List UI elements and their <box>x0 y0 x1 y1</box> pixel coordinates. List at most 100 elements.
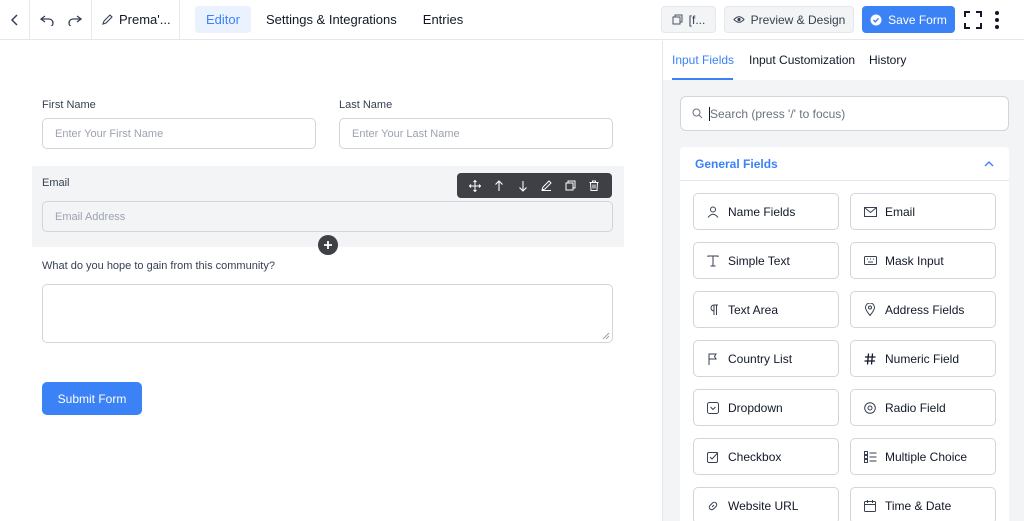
active-tab-underline <box>672 78 733 80</box>
field-numeric-field[interactable]: Numeric Field <box>850 340 996 377</box>
field-multiple-choice[interactable]: Multiple Choice <box>850 438 996 475</box>
move-down-button[interactable] <box>516 179 530 193</box>
field-mask-input[interactable]: Mask Input <box>850 242 996 279</box>
field-country-list[interactable]: Country List <box>693 340 839 377</box>
pencil-icon <box>541 180 552 191</box>
keyboard-icon <box>863 256 877 265</box>
field-simple-text[interactable]: Simple Text <box>693 242 839 279</box>
copy-icon <box>672 14 683 25</box>
first-name-label: First Name <box>42 99 96 111</box>
last-name-input[interactable]: Enter Your Last Name <box>339 118 613 149</box>
fullscreen-icon <box>964 11 982 29</box>
tab-entries[interactable]: Entries <box>412 6 474 33</box>
envelope-icon <box>863 206 877 217</box>
first-name-input[interactable]: Enter Your First Name <box>42 118 316 149</box>
eye-icon <box>732 16 745 23</box>
checkbox-icon <box>707 451 719 463</box>
fullscreen-button[interactable] <box>963 10 983 30</box>
field-label: Website URL <box>728 498 799 513</box>
tab-input-fields[interactable]: Input Fields <box>672 53 734 67</box>
user-icon <box>707 206 719 218</box>
field-label: Name Fields <box>728 204 796 219</box>
field-label: Text Area <box>728 302 779 317</box>
paragraph-icon <box>710 304 718 315</box>
panel-tabs: Input Fields Input Customization History <box>663 41 1024 80</box>
move-icon <box>468 179 481 192</box>
move-button[interactable] <box>468 179 482 193</box>
field-text-area[interactable]: Text Area <box>693 291 839 328</box>
form-title[interactable]: Prema'... <box>92 0 180 40</box>
dropdown-icon <box>707 401 719 414</box>
question-textarea[interactable] <box>42 284 613 343</box>
general-fields-header[interactable]: General Fields <box>680 147 1009 181</box>
field-label: Email <box>885 204 916 219</box>
search-icon <box>692 108 703 119</box>
arrow-down-icon <box>518 180 527 192</box>
field-label: Multiple Choice <box>885 449 968 464</box>
shortcode-button[interactable]: [f... <box>661 6 716 33</box>
check-circle-icon <box>870 14 882 25</box>
field-label: Dropdown <box>728 400 783 415</box>
field-label: Address Fields <box>885 302 965 317</box>
undo-button[interactable] <box>39 14 54 26</box>
general-fields-title: General Fields <box>695 157 778 171</box>
field-name-fields[interactable]: Name Fields <box>693 193 839 230</box>
undo-redo-group <box>30 0 92 40</box>
field-label: Numeric Field <box>885 351 960 366</box>
preview-design-button[interactable]: Preview & Design <box>724 6 854 33</box>
field-label: Simple Text <box>728 253 790 268</box>
fields-panel: Input Fields Input Customization History… <box>662 41 1024 521</box>
link-icon <box>708 501 718 510</box>
search-placeholder: Search (press '/' to focus) <box>710 106 846 121</box>
edit-button[interactable] <box>539 179 553 193</box>
field-radio-field[interactable]: Radio Field <box>850 389 996 426</box>
flag-icon <box>708 353 717 365</box>
form-canvas: First Name Enter Your First Name Last Na… <box>0 41 662 521</box>
field-address-fields[interactable]: Address Fields <box>850 291 996 328</box>
main-tabs: Editor Settings & Integrations Entries <box>195 6 474 33</box>
list-icon <box>863 450 876 463</box>
form-title-text: Prema'... <box>119 12 171 27</box>
map-pin-icon <box>865 303 875 316</box>
tab-editor[interactable]: Editor <box>195 6 251 33</box>
preview-label: Preview & Design <box>750 12 846 27</box>
delete-button[interactable] <box>587 179 601 193</box>
field-label: Radio Field <box>885 400 946 415</box>
tab-input-customization[interactable]: Input Customization <box>749 53 855 67</box>
field-checkbox[interactable]: Checkbox <box>693 438 839 475</box>
radio-icon <box>864 401 876 414</box>
field-email[interactable]: Email <box>850 193 996 230</box>
move-up-button[interactable] <box>492 179 506 193</box>
save-form-button[interactable]: Save Form <box>862 6 955 33</box>
field-label: Time & Date <box>885 498 952 513</box>
text-cursor-icon <box>707 255 719 266</box>
field-label: Checkbox <box>728 449 782 464</box>
dots-vertical-icon <box>995 11 999 29</box>
calendar-icon <box>864 499 876 512</box>
submit-form-button[interactable]: Submit Form <box>42 382 142 415</box>
pencil-icon <box>102 14 113 25</box>
redo-button[interactable] <box>67 14 82 26</box>
undo-icon <box>39 14 54 26</box>
email-label: Email <box>42 177 70 189</box>
tab-history[interactable]: History <box>869 53 906 67</box>
back-button[interactable] <box>0 0 30 40</box>
last-name-label: Last Name <box>339 99 393 111</box>
redo-icon <box>67 14 82 26</box>
field-search-input[interactable]: Search (press '/' to focus) <box>680 96 1009 131</box>
field-label: Country List <box>728 351 793 366</box>
field-website-url[interactable]: Website URL <box>693 487 839 521</box>
duplicate-button[interactable] <box>563 179 577 193</box>
general-fields-section: General Fields Name Fields Email Simple … <box>680 147 1009 521</box>
add-field-button[interactable] <box>318 235 338 255</box>
field-toolbar <box>457 173 612 198</box>
more-options-button[interactable] <box>993 9 1001 31</box>
tab-settings-integrations[interactable]: Settings & Integrations <box>255 6 408 33</box>
chevron-left-icon <box>10 13 18 26</box>
field-time-date[interactable]: Time & Date <box>850 487 996 521</box>
field-label: Mask Input <box>885 253 944 268</box>
chevron-up-icon <box>984 161 994 167</box>
field-dropdown[interactable]: Dropdown <box>693 389 839 426</box>
resize-handle-icon[interactable] <box>602 332 610 340</box>
email-input[interactable]: Email Address <box>42 201 613 232</box>
